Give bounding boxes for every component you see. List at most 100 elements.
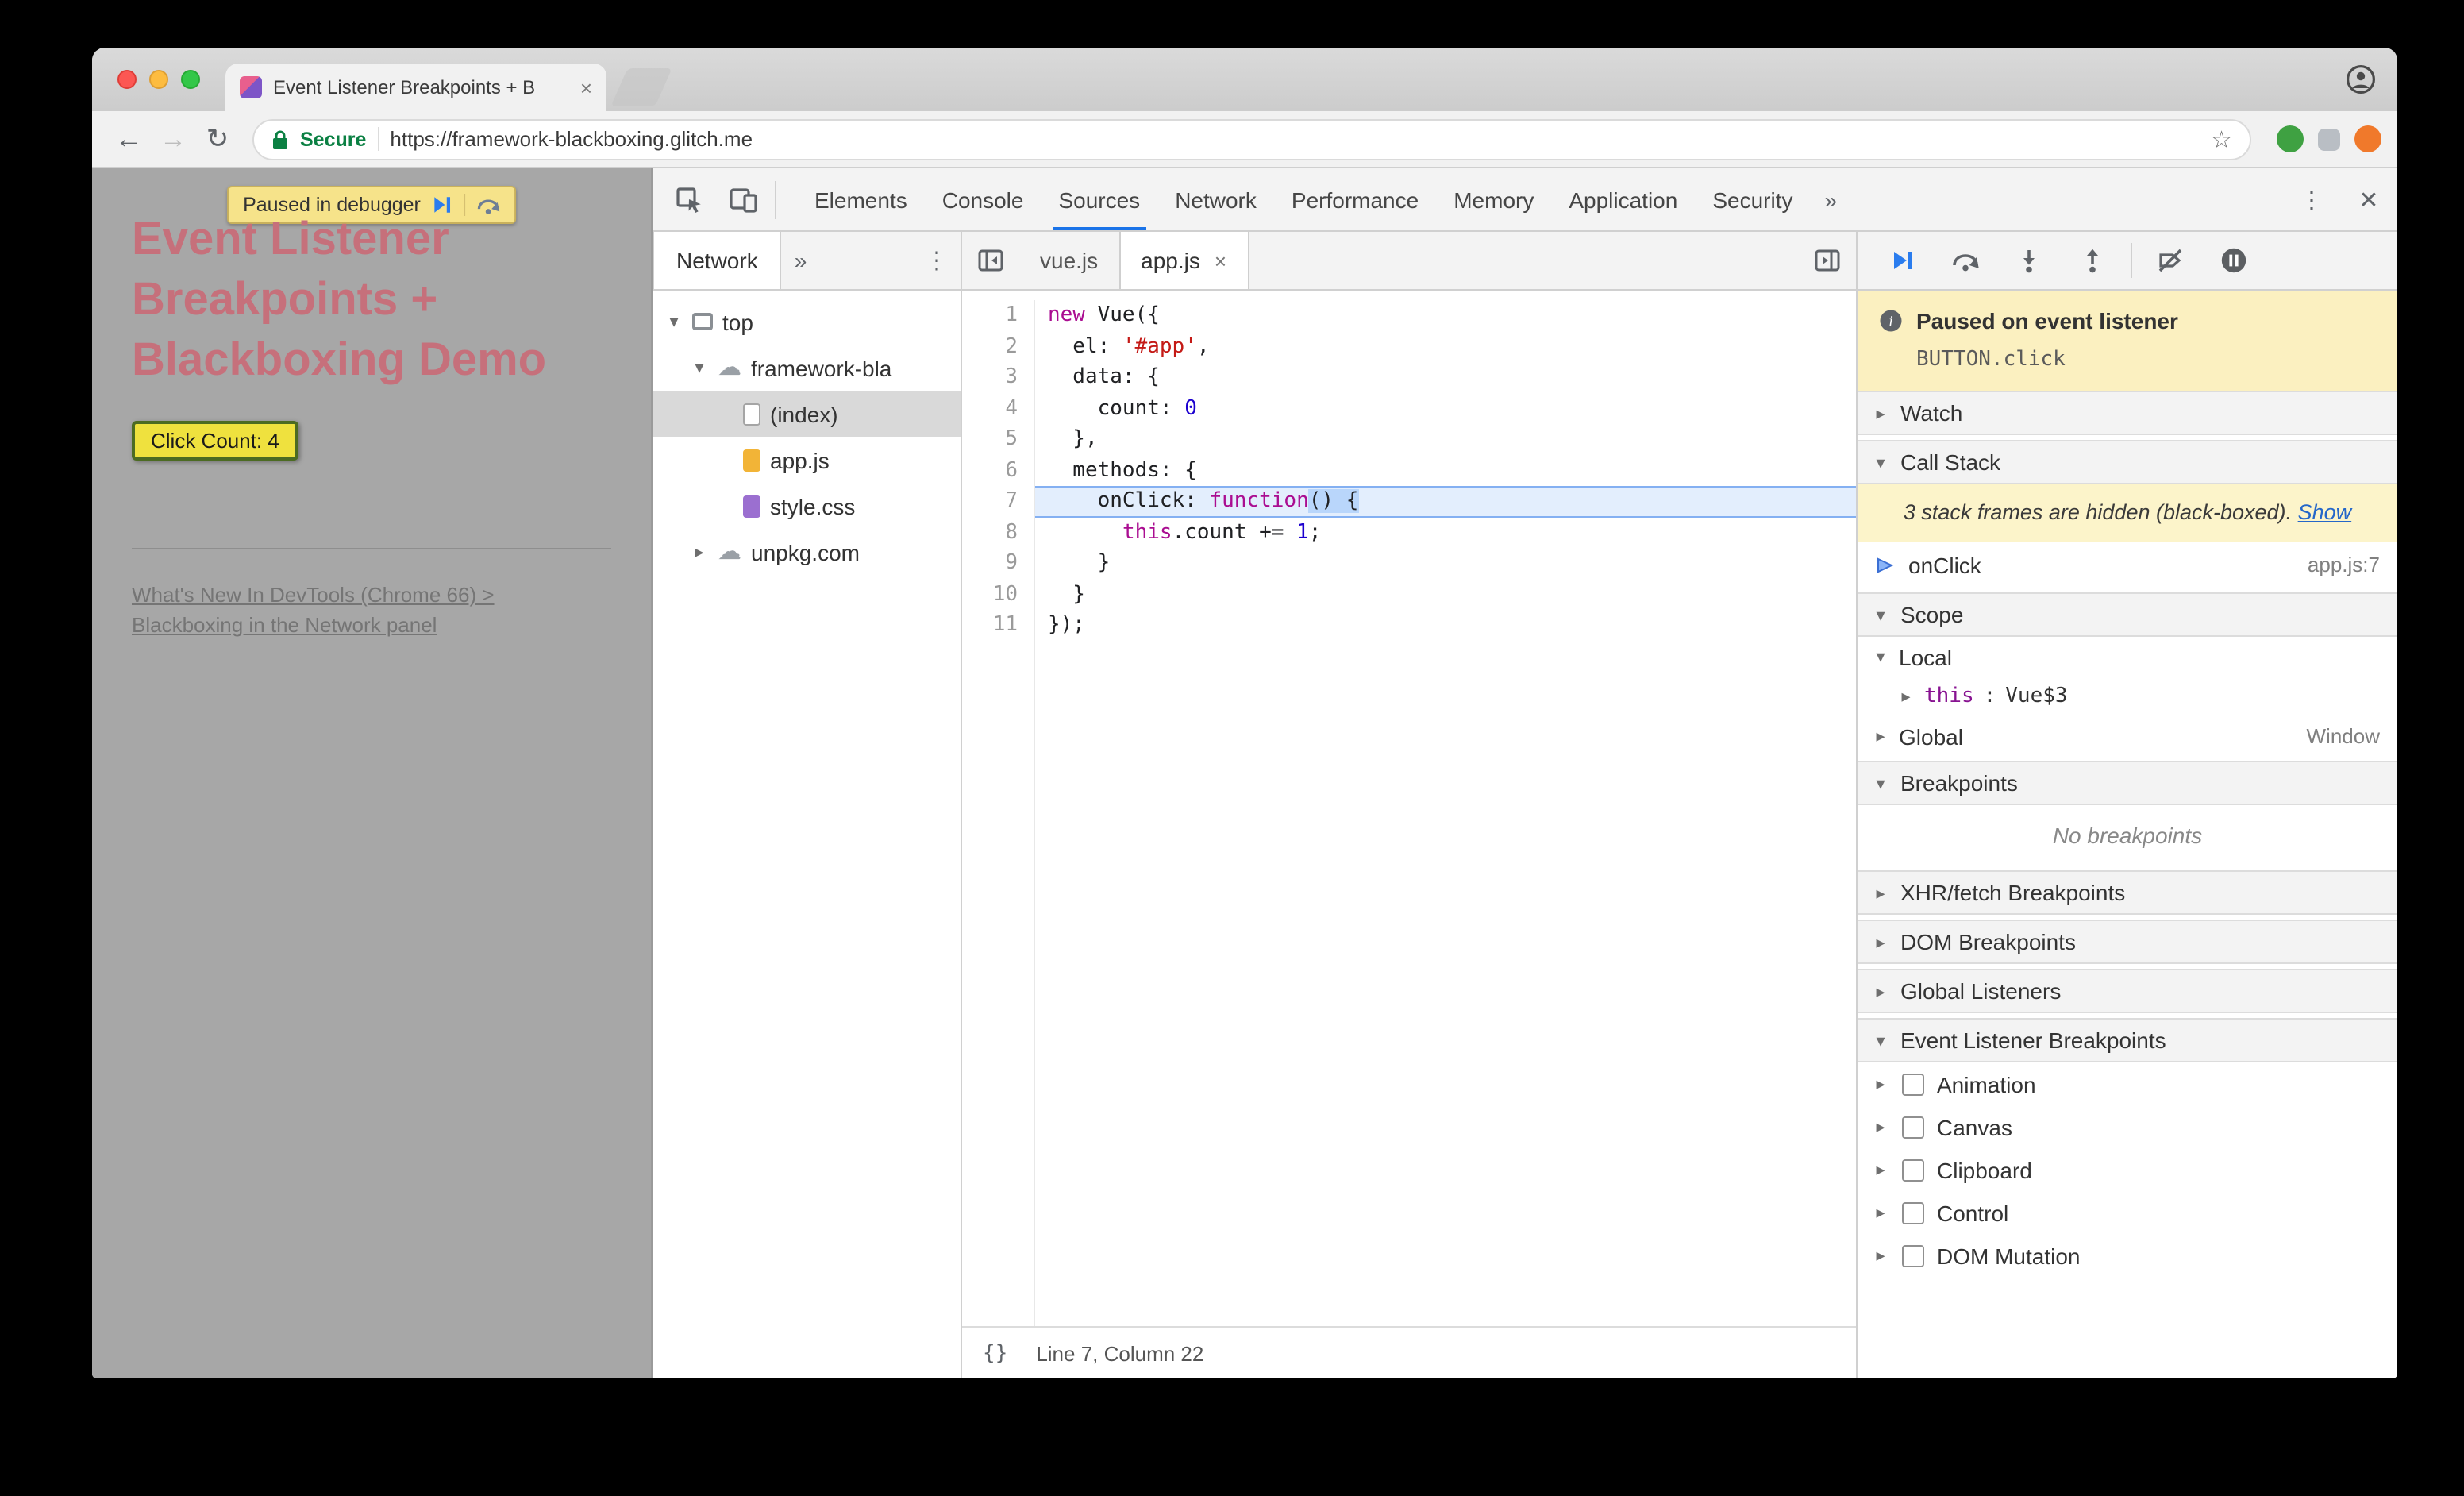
code-line-2[interactable]: el: '#app', <box>1035 331 1856 362</box>
disclosure-triangle-icon[interactable]: ▸ <box>1872 1202 1889 1223</box>
profile-icon[interactable] <box>2345 64 2377 95</box>
editor-tab-app-js[interactable]: app.js × <box>1118 232 1249 289</box>
toggle-debugger-sidebar-icon[interactable] <box>1799 232 1856 289</box>
navigator-tab-network[interactable]: Network <box>653 232 782 289</box>
url-text[interactable]: https://framework-blackboxing.glitch.me <box>390 127 2200 151</box>
gutter-line-number[interactable]: 7 <box>962 486 1018 517</box>
click-count-button[interactable]: Click Count: 4 <box>132 421 298 461</box>
editor-tab-vue-js[interactable]: vue.js <box>1019 232 1118 289</box>
pause-on-exceptions-icon[interactable] <box>2202 232 2266 289</box>
extension-icon-green[interactable] <box>2277 125 2304 152</box>
scope-global-row[interactable]: ▸ Global Window <box>1858 716 2397 756</box>
tab-close-icon[interactable]: × <box>1215 249 1226 272</box>
tree-disclosure-icon[interactable]: ▾ <box>691 357 708 378</box>
gutter-line-number[interactable]: 11 <box>962 610 1018 641</box>
code-line-5[interactable]: }, <box>1035 424 1856 455</box>
browser-tab[interactable]: Event Listener Breakpoints + B × <box>225 64 606 111</box>
section-global-listeners[interactable]: ▸ Global Listeners <box>1858 969 2397 1013</box>
step-out-icon[interactable] <box>2061 232 2124 289</box>
gutter-line-number[interactable]: 4 <box>962 393 1018 424</box>
animation-checkbox[interactable] <box>1902 1073 1924 1095</box>
gutter-line-number[interactable]: 8 <box>962 517 1018 548</box>
gutter-line-number[interactable]: 10 <box>962 579 1018 610</box>
step-into-icon[interactable] <box>1997 232 2061 289</box>
canvas-checkbox[interactable] <box>1902 1116 1924 1138</box>
disclosure-triangle-icon[interactable]: ▸ <box>1872 403 1889 423</box>
gutter-line-number[interactable]: 1 <box>962 300 1018 331</box>
devtools-tab-console[interactable]: Console <box>925 168 1041 230</box>
show-blackboxed-link[interactable]: Show <box>2298 500 2352 524</box>
devtools-article-link[interactable]: What's New In DevTools (Chrome 66) > Bla… <box>132 580 495 640</box>
code-line-6[interactable]: methods: { <box>1035 455 1856 486</box>
extension-icon-orange[interactable] <box>2354 125 2381 152</box>
gutter-line-number[interactable]: 3 <box>962 362 1018 393</box>
code-line-4[interactable]: count: 0 <box>1035 393 1856 424</box>
section-breakpoints[interactable]: ▾ Breakpoints <box>1858 761 2397 805</box>
disclosure-triangle-icon[interactable]: ▸ <box>1872 981 1889 1001</box>
resume-script-icon[interactable] <box>1870 232 1934 289</box>
disclosure-triangle-icon[interactable]: ▸ <box>1872 1159 1889 1180</box>
gutter-line-number[interactable]: 2 <box>962 331 1018 362</box>
section-xhr-breakpoints[interactable]: ▸ XHR/fetch Breakpoints <box>1858 870 2397 915</box>
toggle-navigator-icon[interactable] <box>962 232 1019 289</box>
step-over-icon[interactable] <box>1934 232 1997 289</box>
address-bar[interactable]: Secure https://framework-blackboxing.gli… <box>252 118 2251 160</box>
inspect-element-icon[interactable] <box>662 168 716 230</box>
window-minimize-button[interactable] <box>149 70 168 89</box>
reload-button[interactable]: ↻ <box>197 123 238 155</box>
forward-button[interactable]: → <box>152 123 194 155</box>
disclosure-triangle-icon[interactable]: ▸ <box>1872 726 1889 746</box>
disclosure-triangle-icon[interactable]: ▾ <box>1872 604 1889 625</box>
disclosure-triangle-icon[interactable]: ▸ <box>1897 686 1915 707</box>
clipboard-checkbox[interactable] <box>1902 1159 1924 1181</box>
devtools-close-icon[interactable]: ✕ <box>2340 168 2397 230</box>
disclosure-triangle-icon[interactable]: ▸ <box>1872 882 1889 903</box>
section-watch[interactable]: ▸ Watch <box>1858 391 2397 435</box>
devtools-menu-icon[interactable]: ⋮ <box>2283 168 2340 230</box>
code-line-8[interactable]: this.count += 1; <box>1035 517 1856 548</box>
window-zoom-button[interactable] <box>181 70 200 89</box>
gutter-line-number[interactable]: 6 <box>962 455 1018 486</box>
listener-category-dom-mutation[interactable]: ▸ DOM Mutation <box>1858 1234 2397 1277</box>
devtools-tab-elements[interactable]: Elements <box>797 168 925 230</box>
tree-item-style-css[interactable]: style.css <box>653 483 961 529</box>
deactivate-breakpoints-icon[interactable] <box>2139 232 2202 289</box>
gutter-line-number[interactable]: 9 <box>962 548 1018 579</box>
more-tabs-chevron-icon[interactable]: » <box>1811 168 1852 230</box>
tree-item-unpkg-com[interactable]: ▸ ☁ unpkg.com <box>653 529 961 575</box>
section-call-stack[interactable]: ▾ Call Stack <box>1858 440 2397 484</box>
code-line-10[interactable]: } <box>1035 579 1856 610</box>
listener-category-clipboard[interactable]: ▸ Clipboard <box>1858 1148 2397 1191</box>
disclosure-triangle-icon[interactable]: ▾ <box>1872 452 1889 472</box>
section-scope[interactable]: ▾ Scope <box>1858 592 2397 637</box>
code-line-7[interactable]: onClick: function() { <box>1035 486 1856 517</box>
disclosure-triangle-icon[interactable]: ▾ <box>1872 1030 1889 1051</box>
code-line-11[interactable]: }); <box>1035 610 1856 641</box>
pretty-print-icon[interactable]: {} <box>983 1341 1007 1365</box>
code-line-3[interactable]: data: { <box>1035 362 1856 393</box>
section-event-listener-breakpoints[interactable]: ▾ Event Listener Breakpoints <box>1858 1018 2397 1062</box>
window-close-button[interactable] <box>117 70 137 89</box>
new-tab-button[interactable] <box>610 68 672 106</box>
disclosure-triangle-icon[interactable]: ▸ <box>1872 1074 1889 1094</box>
disclosure-triangle-icon[interactable]: ▾ <box>1872 646 1889 667</box>
devtools-tab-security[interactable]: Security <box>1695 168 1810 230</box>
devtools-tab-memory[interactable]: Memory <box>1436 168 1551 230</box>
tab-close-icon[interactable]: × <box>580 75 592 99</box>
device-toolbar-icon[interactable] <box>716 168 770 230</box>
dom-mutation-checkbox[interactable] <box>1902 1244 1924 1267</box>
scope-this-row[interactable]: ▸ this: Vue$3 <box>1858 677 2397 716</box>
code-line-1[interactable]: new Vue({ <box>1035 300 1856 331</box>
devtools-tab-performance[interactable]: Performance <box>1274 168 1436 230</box>
extension-icon-gray[interactable] <box>2318 128 2340 150</box>
tree-item-framework-bla[interactable]: ▾ ☁ framework-bla <box>653 345 961 391</box>
disclosure-triangle-icon[interactable]: ▸ <box>1872 1116 1889 1137</box>
tree-item-index[interactable]: (index) <box>653 391 961 437</box>
disclosure-triangle-icon[interactable]: ▸ <box>1872 1245 1889 1266</box>
bookmark-star-icon[interactable]: ☆ <box>2211 125 2232 153</box>
call-stack-frame[interactable]: onClick app.js:7 <box>1858 542 2397 588</box>
navigator-menu-icon[interactable]: ⋮ <box>913 232 961 289</box>
frame-location[interactable]: app.js:7 <box>2308 553 2380 576</box>
tree-item-app-js[interactable]: app.js <box>653 437 961 483</box>
navigator-more-tabs-chevron-icon[interactable]: » <box>782 232 820 289</box>
